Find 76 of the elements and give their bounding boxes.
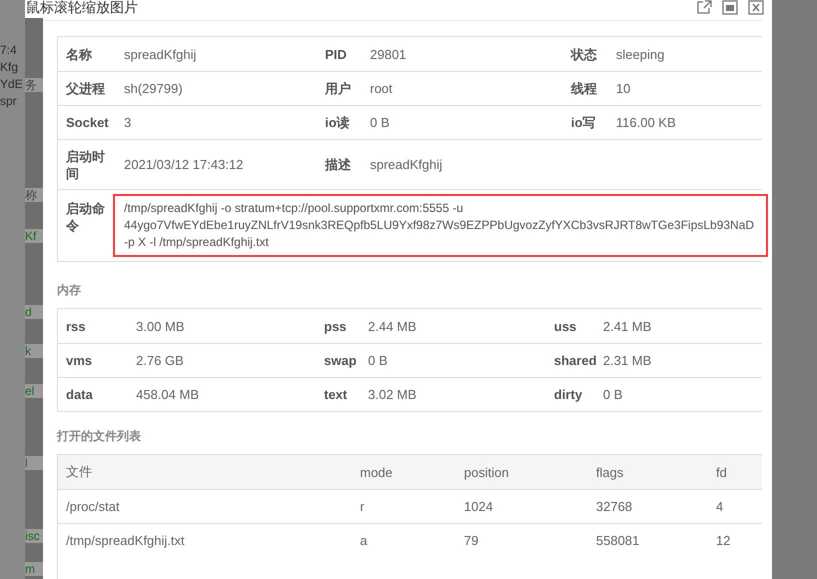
background-text: 7:4: [0, 42, 18, 59]
background-text: Kf: [25, 229, 43, 243]
field-label: data: [65, 386, 94, 403]
field-label: vms: [65, 352, 94, 369]
external-link-icon[interactable]: [696, 0, 712, 15]
field-label: pss: [323, 318, 348, 334]
field-label: io写: [570, 114, 597, 131]
field-value: 2.31 MB: [603, 352, 652, 369]
section-title: 打开的文件列表: [57, 428, 142, 445]
field-label: io读: [324, 114, 351, 131]
field-value: spreadKfghij: [370, 156, 444, 173]
background-text: spr: [0, 93, 18, 110]
background-text: k: [25, 344, 43, 358]
field-value: 3.00 MB: [136, 318, 186, 334]
background-text: 务: [25, 78, 43, 92]
field-label: 状态: [569, 46, 598, 62]
field-label: Socket: [65, 114, 110, 131]
maximize-icon[interactable]: [722, 0, 738, 15]
table-cell-text: 12: [715, 533, 732, 548]
field-label: PID: [324, 46, 348, 62]
table-cell-text: a: [359, 533, 368, 548]
column-header: fd: [715, 464, 728, 480]
column-header: mode: [359, 464, 394, 480]
table-cell-text: 32768: [595, 499, 634, 514]
field-value: 116.00 KB: [616, 114, 677, 131]
field-value: 10: [616, 80, 632, 97]
background-text: d: [25, 305, 43, 319]
field-value: 0 B: [370, 114, 391, 131]
field-value: sleeping: [616, 46, 666, 62]
column-header: flags: [595, 464, 624, 480]
field-label: 线程: [570, 80, 598, 97]
background-text: isc: [25, 529, 43, 543]
field-label: rss: [65, 318, 87, 334]
table-cell-text: 4: [715, 499, 724, 514]
field-value: sh(29799): [124, 80, 184, 97]
column-header: 文件: [65, 463, 93, 481]
field-value: 2.44 MB: [368, 318, 418, 334]
close-icon[interactable]: [748, 0, 764, 15]
background-text: m: [25, 562, 43, 576]
background-text: YdE: [0, 76, 24, 93]
field-value: 2.76 GB: [136, 352, 185, 369]
background-text: el: [25, 384, 43, 398]
table-cell-text: 558081: [595, 533, 640, 548]
background-text: Kfg: [0, 59, 20, 76]
table-cell-text: /tmp/spreadKfghij.txt: [65, 533, 186, 548]
field-value: 458.04 MB: [136, 386, 200, 403]
column-header: position: [463, 464, 510, 480]
field-label: 父进程: [64, 80, 106, 97]
field-label: 名称: [64, 46, 93, 62]
field-label: 启动命令: [64, 200, 106, 234]
field-label: 启动时间: [65, 148, 106, 182]
field-label: swap: [323, 352, 358, 369]
field-value: 0 B: [603, 386, 624, 403]
field-label: 描述: [324, 156, 352, 173]
field-value: 3: [124, 114, 132, 131]
field-value: 0 B: [368, 352, 389, 369]
section-title: 内存: [57, 282, 82, 299]
field-value: 3.02 MB: [368, 386, 418, 403]
command-value: /tmp/spreadKfghij -o stratum+tcp://pool.supportxmr.com:5555 -u 44ygo7VfwEYdEbe1ruyZNLfrV19snk3REQpfb5LU9Yxf98z7Ws9EZPPbUgvozZyfYXCb3vsRJRT8wTGe3FipsLb93NaD -p X -l /tmp/spreadKfghij.txt: [113, 194, 768, 257]
field-label: 用户: [324, 80, 352, 97]
table-cell-text: r: [359, 499, 366, 514]
field-label: text: [323, 386, 348, 403]
field-label: uss: [553, 318, 578, 334]
field-value: 29801: [370, 46, 408, 62]
background-text: 称: [25, 188, 43, 202]
field-value: 2021/03/12 17:43:12: [124, 156, 244, 173]
field-value: root: [370, 80, 394, 97]
field-label: dirty: [553, 386, 584, 403]
field-value: spreadKfghij: [124, 46, 198, 62]
table-cell-text: 1024: [463, 499, 494, 514]
table-cell-text: /proc/stat: [65, 499, 120, 514]
background-text: l: [25, 456, 43, 470]
window-title: 鼠标滚轮缩放图片: [26, 0, 138, 14]
field-label: shared: [553, 352, 598, 369]
table-cell-text: 79: [463, 533, 480, 548]
field-value: 2.41 MB: [603, 318, 652, 334]
